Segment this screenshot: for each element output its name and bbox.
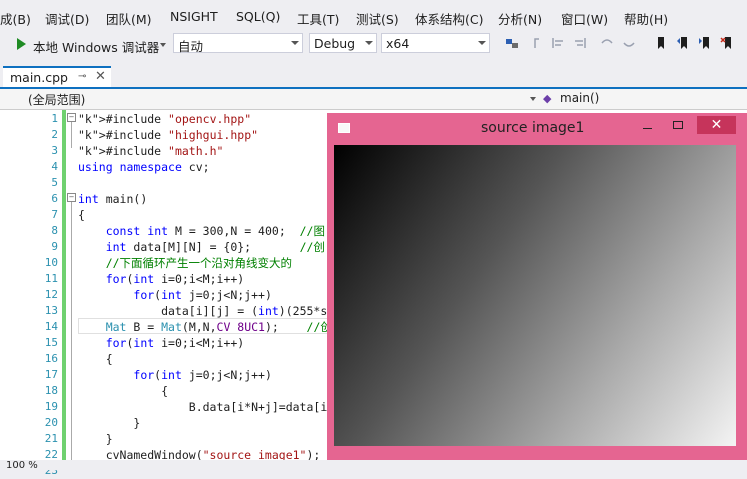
- configuration-select[interactable]: Debug: [309, 33, 377, 53]
- code-line[interactable]: {: [78, 351, 113, 367]
- maximize-button[interactable]: [673, 121, 683, 129]
- change-tracking-bar: [62, 110, 66, 460]
- navigation-bar: [0, 89, 747, 110]
- uncomment-icon[interactable]: [622, 36, 636, 50]
- menu-window[interactable]: 窗口(W): [561, 9, 608, 28]
- line-number: 20: [44, 416, 58, 429]
- code-line[interactable]: using namespace cv;: [78, 159, 210, 175]
- line-number: 5: [51, 176, 58, 189]
- scope-dropdown[interactable]: (全局范围): [28, 91, 85, 108]
- status-bar: [0, 460, 747, 470]
- align-right-icon[interactable]: [573, 36, 587, 50]
- fold-guide: [71, 122, 72, 148]
- start-debug-icon[interactable]: [17, 38, 26, 50]
- bookmark-icon[interactable]: [654, 36, 668, 50]
- chevron-down-icon[interactable]: [530, 97, 536, 101]
- code-line[interactable]: for(int j=0;j<N;j++): [78, 287, 272, 303]
- code-line[interactable]: }: [78, 431, 113, 447]
- menu-tools[interactable]: 工具(T): [297, 9, 339, 28]
- menu-build[interactable]: 成(B): [0, 9, 31, 28]
- code-line[interactable]: {: [78, 383, 168, 399]
- menu-team[interactable]: 团队(M): [106, 9, 152, 28]
- line-number: 12: [44, 288, 58, 301]
- line-number: 18: [44, 384, 58, 397]
- pin-icon[interactable]: ⊸: [78, 71, 86, 82]
- menu-analyze[interactable]: 分析(N): [498, 9, 542, 28]
- line-number: 6: [51, 192, 58, 205]
- code-line[interactable]: data[i][j] = (int)(255*sq: [78, 303, 334, 319]
- window-title: source image1: [481, 120, 585, 136]
- line-number: 14: [44, 320, 58, 333]
- menu-architecture[interactable]: 体系结构(C): [415, 9, 483, 28]
- clear-bookmarks-icon[interactable]: [720, 36, 734, 50]
- close-window-button[interactable]: ✕: [697, 116, 736, 134]
- attach-process-icon[interactable]: [505, 36, 519, 50]
- previous-bookmark-icon[interactable]: [676, 36, 690, 50]
- comment-out-icon[interactable]: [600, 36, 614, 50]
- chevron-down-icon: [478, 41, 486, 45]
- code-line[interactable]: int main(): [78, 191, 147, 207]
- line-number: 9: [51, 240, 58, 253]
- tab-label: main.cpp: [10, 70, 68, 85]
- chevron-down-icon: [291, 41, 299, 45]
- code-line[interactable]: "k">#include "math.h": [78, 143, 223, 159]
- code-line[interactable]: B.data[i*N+j]=data[i: [78, 399, 327, 415]
- next-bookmark-icon[interactable]: [698, 36, 712, 50]
- line-number: 1: [51, 112, 58, 125]
- platform-select[interactable]: x64: [381, 33, 490, 53]
- fold-guide: [71, 202, 72, 460]
- menu-sql[interactable]: SQL(Q): [236, 9, 280, 24]
- code-line[interactable]: for(int j=0;j<N;j++): [78, 367, 272, 383]
- line-number: 13: [44, 304, 58, 317]
- menu-test[interactable]: 测试(S): [356, 9, 399, 28]
- step-icon[interactable]: [533, 36, 547, 50]
- line-number: 17: [44, 368, 58, 381]
- code-line[interactable]: const int M = 300,N = 400; //图: [78, 223, 325, 239]
- code-line[interactable]: }: [78, 415, 140, 431]
- code-line[interactable]: for(int i=0;i<M;i++): [78, 335, 245, 351]
- code-line[interactable]: "k">#include "opencv.hpp": [78, 111, 251, 127]
- close-icon[interactable]: ✕: [95, 69, 106, 84]
- window-system-icon[interactable]: [338, 123, 350, 133]
- code-line[interactable]: //下面循环产生一个沿对角线变大的: [78, 255, 292, 271]
- minimize-button[interactable]: [643, 128, 652, 129]
- line-number: 11: [44, 272, 58, 285]
- code-line[interactable]: int data[M][N] = {0}; //创: [78, 239, 325, 255]
- line-number: 10: [44, 256, 58, 269]
- align-left-icon[interactable]: [551, 36, 565, 50]
- line-number: 16: [44, 352, 58, 365]
- current-line-highlight: [78, 318, 340, 334]
- chevron-down-icon: [365, 41, 373, 45]
- line-number: 2: [51, 128, 58, 141]
- collapse-icon[interactable]: −: [67, 113, 76, 122]
- gradient-image: [334, 145, 736, 446]
- function-dropdown[interactable]: main(): [560, 91, 599, 105]
- menu-nsight[interactable]: NSIGHT: [170, 9, 218, 24]
- function-icon: ◆: [543, 92, 552, 105]
- solution-config-auto[interactable]: 自动: [173, 33, 303, 54]
- tab-main-cpp[interactable]: main.cpp ⊸ ✕: [3, 66, 111, 87]
- line-number: 15: [44, 336, 58, 349]
- line-number: 19: [44, 400, 58, 413]
- line-number: 8: [51, 224, 58, 237]
- code-line[interactable]: {: [78, 207, 85, 223]
- start-debugger-button[interactable]: 本地 Windows 调试器: [33, 37, 159, 56]
- zoom-level[interactable]: 100 %: [6, 460, 38, 471]
- code-line[interactable]: for(int i=0;i<M;i++): [78, 271, 245, 287]
- menu-help[interactable]: 帮助(H): [624, 9, 668, 28]
- line-number: 7: [51, 208, 58, 221]
- debugger-dropdown-icon[interactable]: [160, 43, 166, 47]
- collapse-icon[interactable]: −: [67, 193, 76, 202]
- code-line[interactable]: "k">#include "highgui.hpp": [78, 127, 258, 143]
- menu-debug[interactable]: 调试(D): [45, 9, 89, 28]
- line-number: 21: [44, 432, 58, 445]
- line-number: 3: [51, 144, 58, 157]
- line-number: 4: [51, 160, 58, 173]
